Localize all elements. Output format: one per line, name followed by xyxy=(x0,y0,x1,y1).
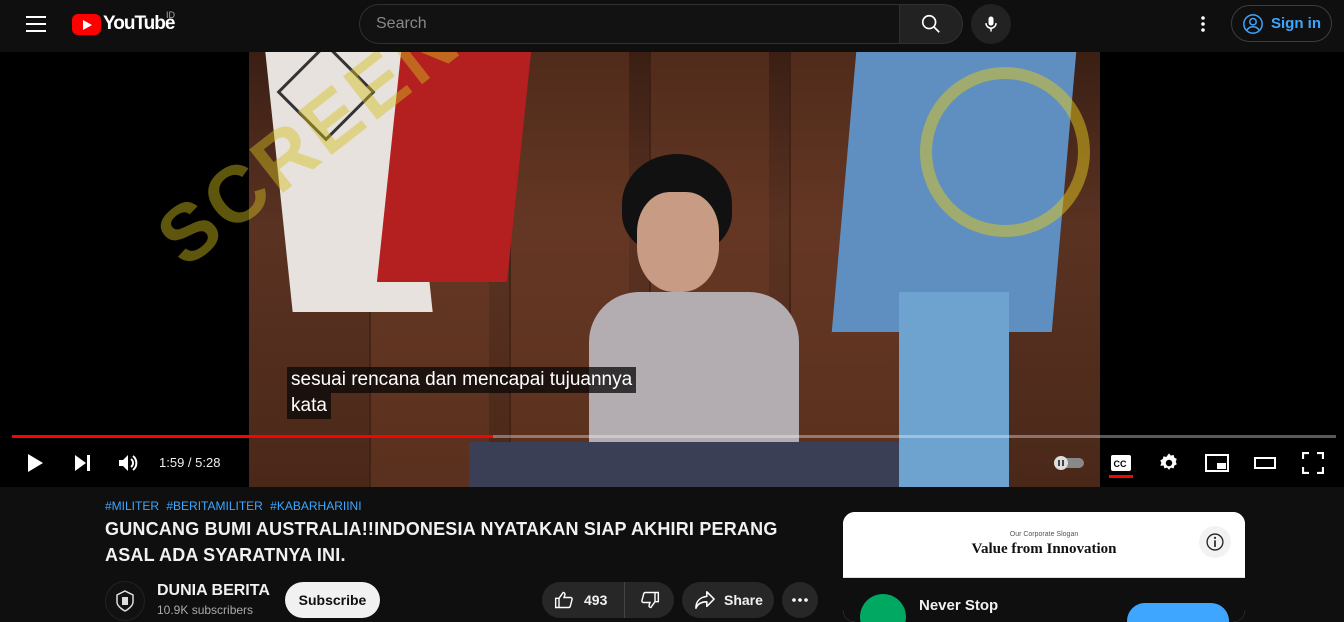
ad-info-button[interactable] xyxy=(1199,526,1231,558)
ad-headline: Value from Innovation xyxy=(971,541,1117,557)
search-button[interactable] xyxy=(899,4,963,44)
flag-red-stripe xyxy=(376,52,532,282)
theater-icon xyxy=(1254,457,1276,469)
time-display: 1:59 / 5:28 xyxy=(159,455,221,470)
hamburger-icon xyxy=(26,16,46,18)
microphone-icon xyxy=(985,16,997,32)
video-player[interactable]: SCREENSHOT BY sesuai rencana dan mencapa… xyxy=(0,52,1344,487)
hamburger-icon-bar xyxy=(26,30,46,32)
volume-icon xyxy=(119,455,138,471)
subscriber-count: 10.9K subscribers xyxy=(157,603,254,617)
next-button[interactable] xyxy=(68,446,98,480)
channel-name[interactable]: DUNIA BERITA xyxy=(157,582,270,600)
hashtag-link[interactable]: #KABARHARIINI xyxy=(270,499,361,513)
info-icon xyxy=(1206,533,1224,551)
youtube-logo[interactable]: YouTube xyxy=(72,11,175,37)
guide-menu-button[interactable] xyxy=(20,10,52,38)
mute-button[interactable] xyxy=(114,446,144,480)
video-details: #MILITER #BERITAMILITER #KABARHARIINI GU… xyxy=(0,487,1344,622)
settings-menu-button[interactable] xyxy=(1186,8,1220,40)
progress-bar-played xyxy=(12,435,493,438)
progress-bar[interactable] xyxy=(12,435,1336,438)
autoplay-toggle-icon xyxy=(1054,456,1084,470)
like-count: 493 xyxy=(584,592,608,608)
more-vertical-icon xyxy=(1201,16,1205,32)
thumbs-down-icon xyxy=(640,591,659,609)
skip-next-icon xyxy=(75,455,90,471)
voice-search-button[interactable] xyxy=(971,4,1011,44)
miniplayer-icon xyxy=(1205,454,1229,472)
captions: sesuai rencana dan mencapai tujuannya ka… xyxy=(287,367,637,419)
fullscreen-button[interactable] xyxy=(1298,446,1328,480)
caption-line: kata xyxy=(287,393,331,419)
miniplayer-button[interactable] xyxy=(1202,446,1232,480)
svg-text:CC: CC xyxy=(1114,459,1127,469)
hashtag-link[interactable]: #MILITER xyxy=(105,499,159,513)
search-input[interactable] xyxy=(360,5,899,43)
advertiser-logo xyxy=(860,594,906,622)
play-button[interactable] xyxy=(20,446,50,480)
hashtags: #MILITER #BERITAMILITER #KABARHARIINI xyxy=(105,499,366,513)
channel-avatar[interactable] xyxy=(105,581,145,621)
autoplay-toggle[interactable] xyxy=(1050,446,1088,480)
sign-in-label: Sign in xyxy=(1271,15,1321,32)
advertiser-name: Never Stop xyxy=(919,597,999,614)
player-controls: 1:59 / 5:28 CC xyxy=(0,442,1344,486)
share-label: Share xyxy=(724,592,763,608)
search-icon xyxy=(921,14,940,33)
ad-footer: Never Stop xyxy=(843,578,1245,622)
channel-logo-icon xyxy=(116,590,134,612)
hashtag-link[interactable]: #BERITAMILITER xyxy=(166,499,262,513)
youtube-play-icon xyxy=(72,13,101,35)
watermark-badge xyxy=(920,67,1090,237)
video-title: GUNCANG BUMI AUSTRALIA!!INDONESIA NYATAK… xyxy=(105,519,778,565)
hamburger-icon-bar xyxy=(26,23,46,25)
more-horizontal-icon xyxy=(792,598,808,602)
search-box xyxy=(359,4,900,44)
ad-banner: Our Corporate Slogan Value from Innovati… xyxy=(843,512,1245,578)
caption-line: sesuai rencana dan mencapai tujuannya xyxy=(287,367,637,393)
cc-icon: CC xyxy=(1111,455,1131,471)
ad-slogan: Our Corporate Slogan xyxy=(1009,531,1079,538)
fullscreen-icon xyxy=(1302,452,1324,474)
country-code: ID xyxy=(166,10,175,20)
settings-button[interactable] xyxy=(1154,446,1184,480)
play-icon xyxy=(28,454,43,472)
masthead: YouTube ID Sign in xyxy=(0,0,1344,52)
sign-in-button[interactable]: Sign in xyxy=(1231,5,1332,42)
cc-active-indicator xyxy=(1109,475,1133,478)
theater-mode-button[interactable] xyxy=(1250,446,1280,480)
share-icon xyxy=(695,591,715,609)
logo-text: YouTube xyxy=(103,13,175,34)
gear-icon xyxy=(1160,453,1177,470)
account-icon xyxy=(1242,13,1264,35)
speaker-face xyxy=(637,192,719,292)
companion-ad[interactable]: Our Corporate Slogan Value from Innovati… xyxy=(843,512,1245,622)
thumbs-up-icon xyxy=(554,591,573,609)
